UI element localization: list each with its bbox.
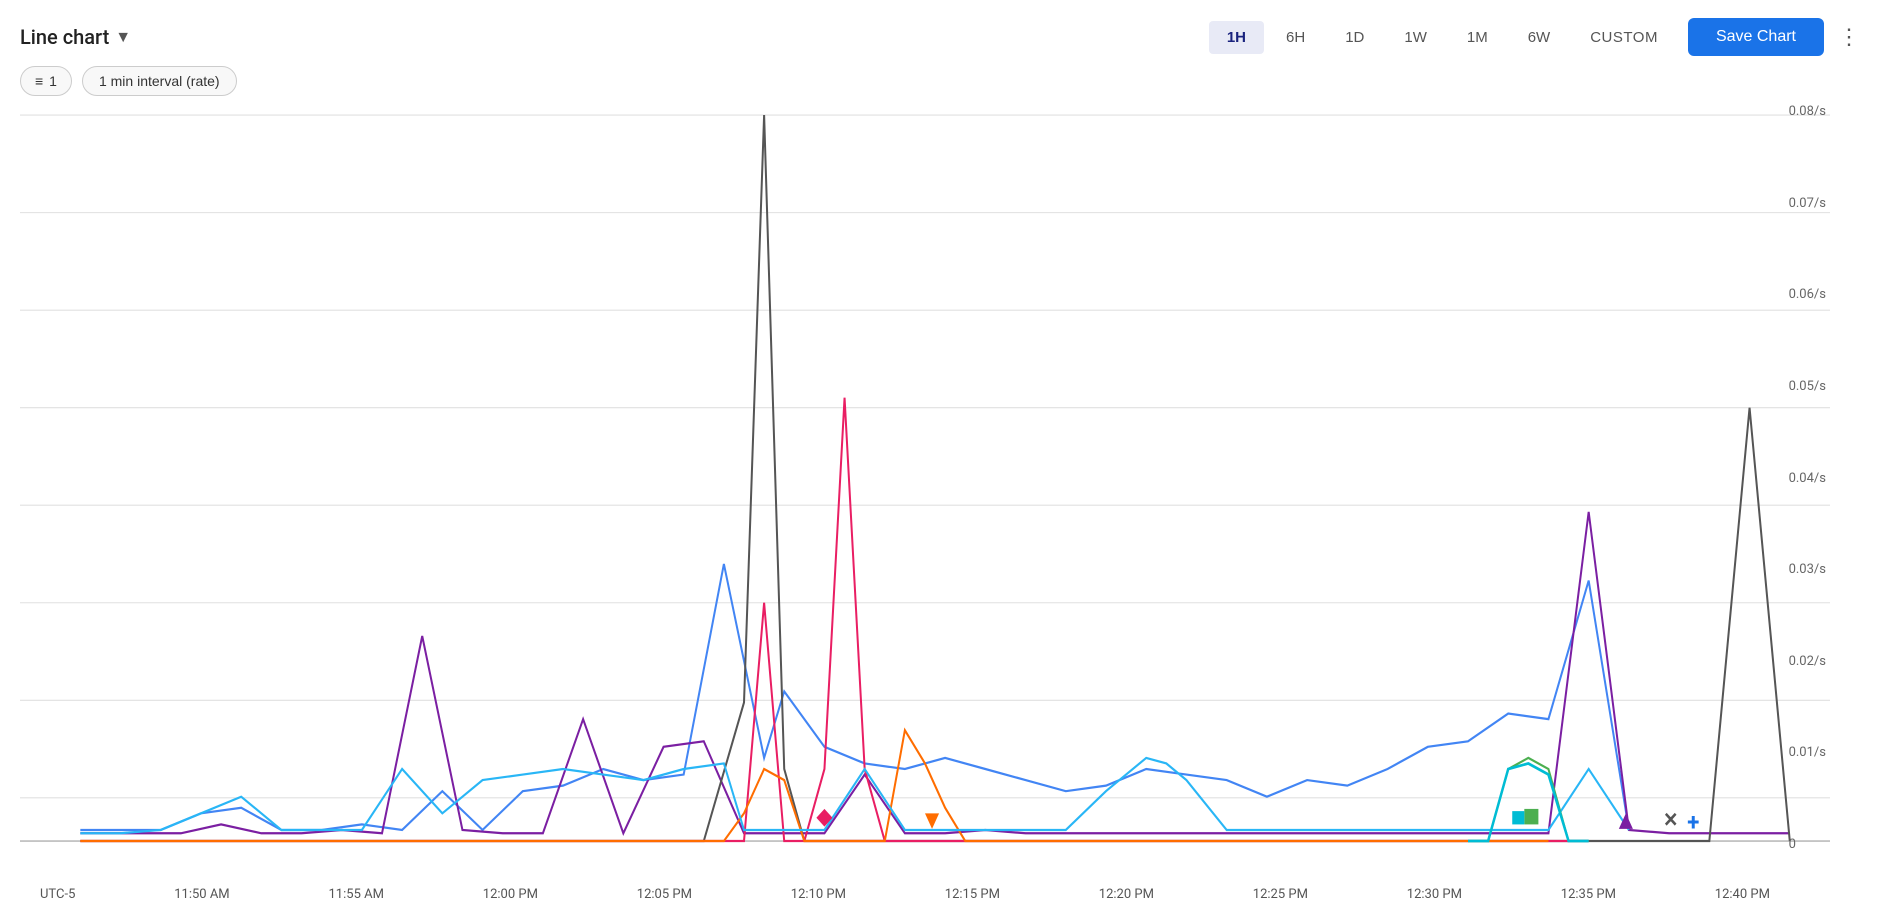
line-dark-gray xyxy=(80,115,1789,841)
line-orange xyxy=(80,730,1548,841)
y-label-6: 0.06/s xyxy=(1789,287,1826,302)
x-label-1220: 12:20 PM xyxy=(1099,887,1154,902)
triangle-down-marker-orange xyxy=(925,813,939,829)
y-label-1: 0.01/s xyxy=(1789,745,1826,760)
y-axis-labels: 0.08/s 0.07/s 0.06/s 0.05/s 0.04/s 0.03/… xyxy=(1789,104,1830,852)
x-label-1240: 12:40 PM xyxy=(1715,887,1770,902)
y-label-3: 0.03/s xyxy=(1789,562,1826,577)
x-label-1230: 12:30 PM xyxy=(1407,887,1462,902)
line-chart-svg: ✕ + xyxy=(20,104,1830,902)
y-label-8: 0.08/s xyxy=(1789,104,1826,119)
x-label-1205: 12:05 PM xyxy=(637,887,692,902)
x-label-1210: 12:10 PM xyxy=(791,887,846,902)
square-marker-green xyxy=(1524,809,1538,825)
plus-marker-blue: + xyxy=(1687,807,1699,836)
chart-svg-container: ✕ + 0.08/s 0.07/s 0.06/s 0.05/s 0.04/s 0… xyxy=(20,104,1830,902)
more-options-button[interactable]: ⋮ xyxy=(1828,18,1870,56)
chart-title: Line chart xyxy=(20,25,109,49)
chart-title-area: Line chart ▼ xyxy=(20,25,131,49)
x-label-1150: 11:50 AM xyxy=(174,887,229,902)
square-marker-teal xyxy=(1512,811,1524,824)
line-pink-spike xyxy=(804,398,884,841)
y-label-4: 0.04/s xyxy=(1789,471,1826,486)
time-btn-custom[interactable]: CUSTOM xyxy=(1572,21,1676,54)
time-btn-1h[interactable]: 1H xyxy=(1209,21,1264,54)
time-controls: 1H 6H 1D 1W 1M 6W CUSTOM Save Chart ⋮ xyxy=(1209,18,1870,56)
filter-button[interactable]: ≡ 1 xyxy=(20,66,72,96)
x-label-1215: 12:15 PM xyxy=(945,887,1000,902)
y-label-2: 0.02/s xyxy=(1789,654,1826,669)
line-light-blue xyxy=(80,758,1629,833)
filter-count: 1 xyxy=(49,73,57,89)
time-btn-1m[interactable]: 1M xyxy=(1449,21,1506,54)
chart-type-dropdown-icon[interactable]: ▼ xyxy=(115,27,131,47)
y-label-7: 0.07/s xyxy=(1789,196,1826,211)
time-btn-1d[interactable]: 1D xyxy=(1327,21,1382,54)
chart-area: ✕ + 0.08/s 0.07/s 0.06/s 0.05/s 0.04/s 0… xyxy=(0,104,1890,902)
x-label-1225: 12:25 PM xyxy=(1253,887,1308,902)
x-marker-gray: ✕ xyxy=(1663,808,1678,832)
y-label-0: 0 xyxy=(1789,837,1826,852)
time-btn-1w[interactable]: 1W xyxy=(1386,21,1445,54)
y-label-5: 0.05/s xyxy=(1789,379,1826,394)
line-pink xyxy=(80,603,1588,841)
save-chart-button[interactable]: Save Chart xyxy=(1688,18,1824,56)
x-axis-labels: UTC-5 11:50 AM 11:55 AM 12:00 PM 12:05 P… xyxy=(40,883,1770,902)
x-label-1155: 11:55 AM xyxy=(329,887,384,902)
line-green xyxy=(1468,758,1589,841)
triangle-up-marker-purple xyxy=(1619,813,1633,829)
sub-bar: ≡ 1 1 min interval (rate) xyxy=(0,66,1890,104)
time-btn-6w[interactable]: 6W xyxy=(1510,21,1569,54)
interval-button[interactable]: 1 min interval (rate) xyxy=(82,66,237,96)
x-label-1235: 12:35 PM xyxy=(1561,887,1616,902)
x-label-1200: 12:00 PM xyxy=(483,887,538,902)
x-label-utc: UTC-5 xyxy=(40,887,75,902)
time-btn-6h[interactable]: 6H xyxy=(1268,21,1323,54)
filter-icon: ≡ xyxy=(35,73,43,89)
